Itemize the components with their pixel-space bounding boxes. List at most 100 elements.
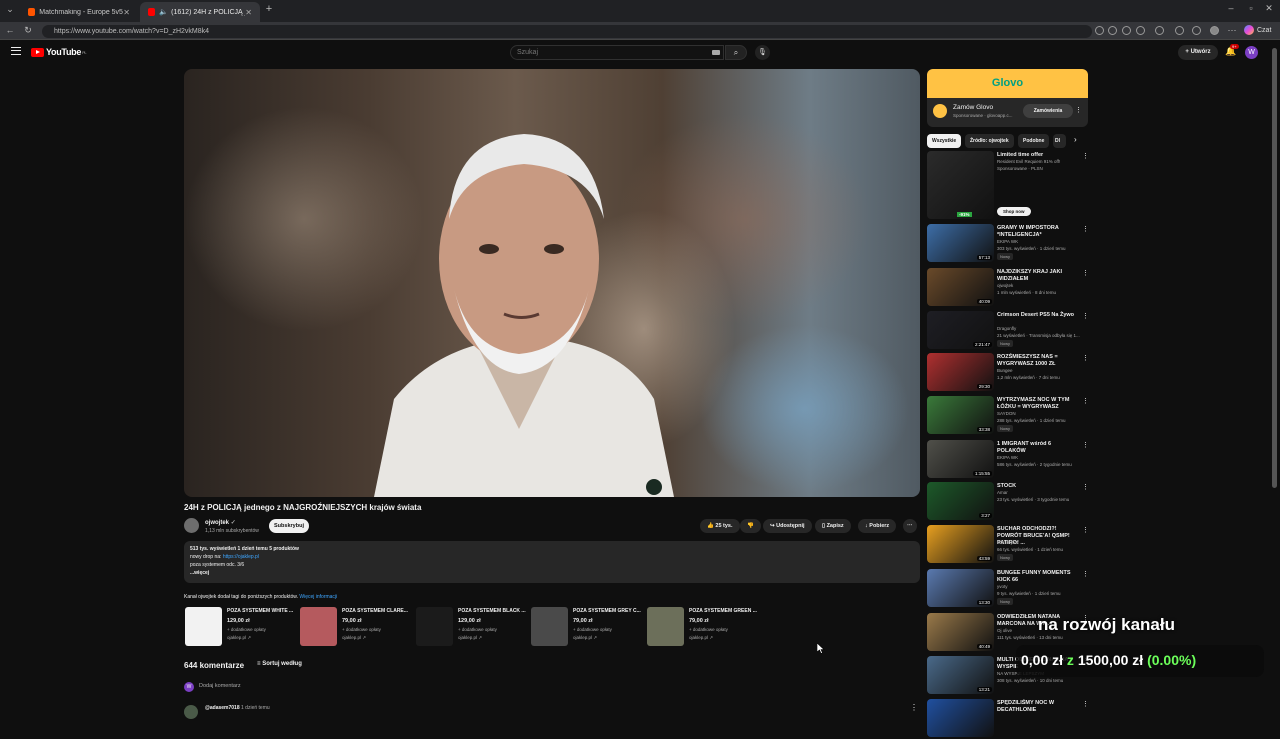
channel-name[interactable]: yvoty <box>997 584 1008 589</box>
like-button[interactable]: 👍 25 tys. <box>700 519 740 533</box>
channel-avatar[interactable] <box>184 518 199 533</box>
address-bar[interactable]: https://www.youtube.com/watch?v=D_zH2vkM… <box>42 25 1092 38</box>
video-thumbnail[interactable]: 40:09 <box>927 268 994 306</box>
maximize-window-icon[interactable]: ▫ <box>1245 3 1257 13</box>
video-thumbnail[interactable]: 40:49 <box>927 613 994 651</box>
video-thumbnail[interactable]: 33:38 <box>927 396 994 434</box>
video-thumbnail[interactable]: 29:30 <box>927 353 994 391</box>
description-link[interactable]: https://ojaklep.pl <box>223 554 259 560</box>
video-thumbnail[interactable] <box>927 699 994 737</box>
recommended-video[interactable]: 33:38 WYTRZYMASZ NOC W TYM ŁÓŻKU = WYGRYW… <box>927 396 1089 436</box>
channel-name[interactable]: Oj olive <box>997 628 1012 633</box>
sort-comments-button[interactable]: ≡ Sortuj według <box>257 661 302 667</box>
youtube-logo[interactable]: YouTube PL <box>31 47 87 57</box>
download-button[interactable]: ↓ Pobierz <box>858 519 897 533</box>
video-thumbnail[interactable]: 43:59 <box>927 525 994 563</box>
product-card[interactable]: POZA SYSTEMEM GREY C... 79,00 zł + dodat… <box>531 607 641 647</box>
ad-order-button[interactable]: Zamówienia <box>1023 104 1073 118</box>
favorites-icon[interactable] <box>1192 26 1201 35</box>
channel-name[interactable]: SAYDON <box>997 411 1016 416</box>
product-card[interactable]: POZA SYSTEMEM CLARE... 79,00 zł + dodatk… <box>300 607 410 647</box>
browser-tab-faceit[interactable]: Matchmaking - Europe 5v5 Queue ✕ <box>20 2 138 22</box>
description-box[interactable]: 513 tys. wyświetleń 1 dzień temu 5 produ… <box>184 541 920 583</box>
more-options-icon[interactable]: ⋮ <box>1082 570 1089 578</box>
video-title[interactable]: Limited time offer <box>997 152 1077 159</box>
channel-name[interactable]: SzklanyYJ <box>997 540 1018 545</box>
channel-name[interactable]: Dragonfly <box>997 326 1016 331</box>
chip-related[interactable]: Podobne <box>1018 134 1050 148</box>
channel-name[interactable]: EKIPA WK <box>997 455 1018 460</box>
recommended-video[interactable]: SPĘDZILIŚMY NOC W DECATHLONIE ⋮ <box>927 699 1089 739</box>
video-title[interactable]: WYTRZYMASZ NOC W TYM ŁÓŻKU = WYGRYWASZ <box>997 397 1077 411</box>
recommended-video[interactable]: 13:30 BUNGEE FUNNY MOMENTS KICK 66 yvoty 9 … <box>927 569 1089 609</box>
chevron-right-icon[interactable]: › <box>1074 135 1077 144</box>
video-title[interactable]: 1 IMIGRANT wśród 6 POLAKÓW <box>997 441 1077 455</box>
more-options-icon[interactable]: ⋮ <box>1082 700 1089 708</box>
avatar[interactable]: W <box>1245 46 1258 59</box>
channel-name[interactable]: EKIPA WK <box>997 239 1018 244</box>
recommended-video[interactable]: 2:21:47 Crimson Desert PS5 Na Żywo Dragonf… <box>927 311 1089 351</box>
browser-tab-youtube[interactable]: 🔈 (1612) 24H z POLICJĄ jednego ✕ <box>140 2 260 22</box>
more-options-icon[interactable]: ⋮ <box>1082 225 1089 233</box>
video-title[interactable]: STOCK <box>997 483 1077 490</box>
more-options-icon[interactable]: ⋮ <box>1082 312 1089 320</box>
recommended-video[interactable]: 40:09 NAJDZIKSZY KRAJ JAKI WIDZIAŁEM ojwoj… <box>927 268 1089 308</box>
more-options-icon[interactable]: ⋮ <box>1082 526 1089 534</box>
video-title[interactable]: GRAMY W IMPOSTORA *INTELIGENCJA* <box>997 225 1077 239</box>
comment-author[interactable]: @adasem7018 1 dzień temu <box>205 705 270 711</box>
recommended-video[interactable]: 1:15:55 1 IMIGRANT wśród 6 POLAKÓW EKIPA W… <box>927 440 1089 480</box>
sponsored-ad[interactable]: Glovo Zamów Glovo Sponsorowane · glovoap… <box>927 69 1088 127</box>
comment-more-icon[interactable]: ⋮ <box>910 703 918 712</box>
product-card[interactable]: POZA SYSTEMEM GREEN ... 79,00 zł + dodat… <box>647 607 757 647</box>
channel-name[interactable]: Bungee <box>997 368 1013 373</box>
favorite-star-icon[interactable] <box>1136 26 1145 35</box>
more-options-icon[interactable]: ⋮ <box>1082 441 1089 449</box>
share-button[interactable]: ↪ Udostępnij <box>763 519 812 533</box>
more-menu-icon[interactable]: ⋯ <box>1226 25 1238 36</box>
channel-name[interactable]: Resident Evil Requiem 91% off! <box>997 159 1060 164</box>
recommended-video[interactable]: -91% Limited time offer Resident Evil Requ… <box>927 151 1089 219</box>
more-info-link[interactable]: Więcej informacji <box>299 594 337 600</box>
profile-icon[interactable] <box>1210 26 1219 35</box>
more-actions-button[interactable]: ⋯ <box>903 519 917 533</box>
video-title[interactable]: Crimson Desert PS5 Na Żywo <box>997 312 1077 319</box>
ad-more-icon[interactable]: ⋮ <box>1075 106 1082 114</box>
video-thumbnail[interactable]: 3:27 <box>927 482 994 520</box>
show-more-link[interactable]: ...więcej <box>190 570 209 576</box>
chip-channel[interactable]: Źródło: ojwojtek <box>965 134 1014 148</box>
keyboard-icon[interactable] <box>712 50 720 55</box>
close-window-icon[interactable]: ✕ <box>1263 3 1275 14</box>
recommended-video[interactable]: 57:13 GRAMY W IMPOSTORA *INTELIGENCJA* EKI… <box>927 224 1089 264</box>
new-tab-icon[interactable]: + <box>263 3 275 15</box>
channel-name[interactable]: ojwojtek <box>997 283 1013 288</box>
comment-avatar[interactable] <box>184 705 198 719</box>
video-title[interactable]: NAJDZIKSZY KRAJ JAKI WIDZIAŁEM <box>997 269 1077 283</box>
product-card[interactable]: POZA SYSTEMEM WHITE ... 129,00 zł + doda… <box>185 607 295 647</box>
close-tab-icon[interactable]: ✕ <box>123 8 130 17</box>
close-tab-icon[interactable]: ✕ <box>245 8 252 17</box>
create-button[interactable]: + Utwórz <box>1178 45 1218 60</box>
back-icon[interactable]: ← <box>4 25 16 35</box>
page-scrollbar[interactable] <box>1272 48 1277 488</box>
video-player[interactable] <box>184 69 920 497</box>
zoom-icon[interactable] <box>1122 26 1131 35</box>
subscribe-button[interactable]: Subskrybuj <box>269 519 309 533</box>
video-title[interactable]: BUNGEE FUNNY MOMENTS KICK 66 <box>997 570 1077 584</box>
extension-icon[interactable] <box>1155 26 1164 35</box>
video-thumbnail[interactable]: 57:13 <box>927 224 994 262</box>
recommended-video[interactable]: 29:30 ROZŚMIESZYSZ NAS = WYGRYWASZ 1000 Z… <box>927 353 1089 393</box>
more-options-icon[interactable]: ⋮ <box>1082 397 1089 405</box>
chip-all[interactable]: Wszystkie <box>927 134 962 148</box>
search-button[interactable]: ⌕ <box>725 45 747 60</box>
recommended-video[interactable]: 3:27 STOCK Amar 23 tys. wyświetleń · 3 tygo… <box>927 482 1089 522</box>
more-options-icon[interactable]: ⋮ <box>1082 483 1089 491</box>
search-input[interactable]: Szukaj <box>510 45 724 60</box>
menu-icon[interactable] <box>11 47 21 55</box>
audio-playing-icon[interactable]: 🔈 <box>159 8 168 16</box>
video-title[interactable]: SPĘDZILIŚMY NOC W DECATHLONIE <box>997 700 1077 714</box>
more-options-icon[interactable]: ⋮ <box>1082 152 1089 160</box>
more-options-icon[interactable]: ⋮ <box>1082 354 1089 362</box>
video-thumbnail[interactable]: 13:21 <box>927 656 994 694</box>
video-thumbnail[interactable]: 2:21:47 <box>927 311 994 349</box>
extension-icon[interactable] <box>1108 26 1117 35</box>
